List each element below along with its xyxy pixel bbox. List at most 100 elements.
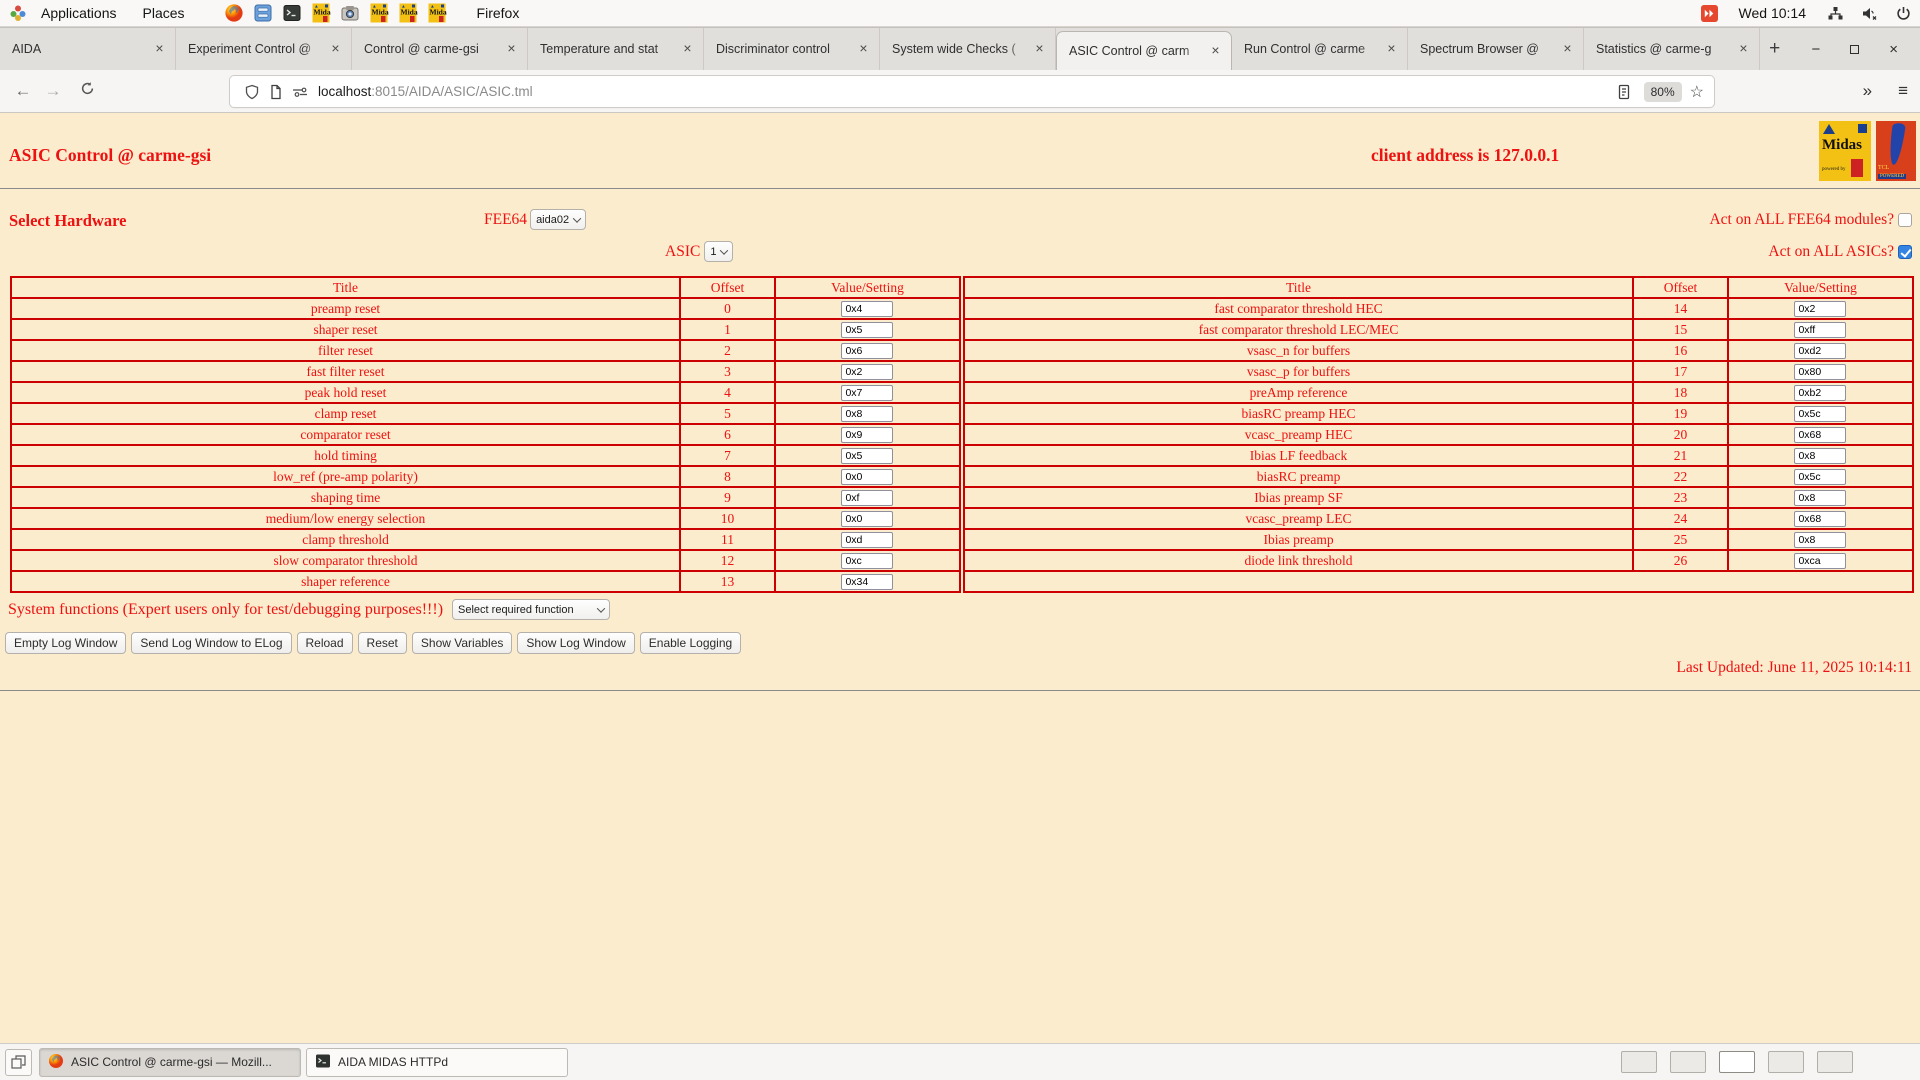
close-window-button[interactable]: × (1889, 42, 1898, 57)
network-icon[interactable] (1826, 4, 1844, 22)
asic-select[interactable]: 1 (704, 241, 733, 262)
restore-button[interactable] (1850, 45, 1859, 54)
value-input[interactable] (1794, 406, 1846, 422)
system-function-select[interactable]: Select required function (452, 599, 610, 620)
value-input[interactable] (1794, 553, 1846, 569)
firefox-icon[interactable] (224, 3, 244, 23)
browser-tab-5[interactable]: System wide Checks (× (880, 28, 1056, 70)
volume-muted-icon[interactable] (1860, 4, 1878, 22)
clock[interactable]: Wed 10:14 (1739, 5, 1806, 21)
value-input[interactable] (1794, 511, 1846, 527)
browser-tab-3[interactable]: Temperature and stat× (528, 28, 704, 70)
value-input[interactable] (1794, 448, 1846, 464)
reload-button[interactable] (72, 81, 102, 101)
places-menu[interactable]: Places (130, 0, 198, 27)
value-input[interactable] (1794, 532, 1846, 548)
tab-close-icon[interactable]: × (855, 41, 872, 58)
workspace-cell-3[interactable] (1768, 1051, 1804, 1073)
screenshot-icon[interactable] (340, 3, 360, 23)
enable-logging-button[interactable]: Enable Logging (640, 632, 741, 654)
minimize-button[interactable]: − (1811, 42, 1820, 57)
value-input[interactable] (841, 574, 893, 590)
tcl-powered-logo[interactable]: TCLPOWERED (1876, 121, 1916, 181)
browser-tab-1[interactable]: Experiment Control @× (176, 28, 352, 70)
tab-close-icon[interactable]: × (1207, 43, 1224, 60)
midas-logo[interactable]: Midaspowered by (1819, 121, 1871, 181)
workspace-cell-4[interactable] (1817, 1051, 1853, 1073)
forward-button[interactable]: → (38, 81, 68, 101)
taskbar-item-0[interactable]: ASIC Control @ carme-gsi — Mozill... (39, 1048, 301, 1077)
midas-icon[interactable]: Midas (311, 3, 331, 23)
reader-mode-icon[interactable] (1612, 84, 1636, 100)
value-input[interactable] (1794, 385, 1846, 401)
tab-close-icon[interactable]: × (503, 41, 520, 58)
hamburger-menu-icon[interactable]: ≡ (1898, 81, 1908, 101)
reset-button[interactable]: Reset (358, 632, 407, 654)
workspace-cell-0[interactable] (1621, 1051, 1657, 1073)
site-info-icon[interactable] (264, 84, 288, 100)
browser-tab-4[interactable]: Discriminator control× (704, 28, 880, 70)
show-log-window-button[interactable]: Show Log Window (517, 632, 634, 654)
midas-icon[interactable]: Midas (398, 3, 418, 23)
tab-close-icon[interactable]: × (1559, 41, 1576, 58)
overflow-menu-icon[interactable]: » (1863, 81, 1872, 101)
tab-close-icon[interactable]: × (151, 41, 168, 58)
value-input[interactable] (1794, 427, 1846, 443)
applications-menu[interactable]: Applications (28, 0, 130, 27)
workspace-cell-2[interactable] (1719, 1051, 1755, 1073)
reload-button[interactable]: Reload (297, 632, 353, 654)
value-input[interactable] (841, 490, 893, 506)
distro-menu-icon[interactable] (8, 3, 28, 23)
zoom-level-button[interactable]: 80% (1644, 82, 1682, 102)
fee64-select[interactable]: aida02 (530, 209, 586, 230)
browser-tab-7[interactable]: Run Control @ carme× (1232, 28, 1408, 70)
url-bar[interactable]: localhost:8015/AIDA/ASIC/ASIC.tml 80% ☆ (230, 76, 1714, 107)
browser-tab-2[interactable]: Control @ carme-gsi× (352, 28, 528, 70)
act-all-asics-checkbox[interactable] (1898, 245, 1912, 259)
new-tab-button[interactable]: + (1760, 28, 1789, 70)
focused-app-label[interactable]: Firefox (477, 5, 520, 21)
value-input[interactable] (1794, 301, 1846, 317)
value-input[interactable] (841, 469, 893, 485)
files-icon[interactable] (253, 3, 273, 23)
value-input[interactable] (841, 385, 893, 401)
value-input[interactable] (841, 343, 893, 359)
shield-icon[interactable] (240, 84, 264, 100)
value-input[interactable] (841, 427, 893, 443)
tab-close-icon[interactable]: × (679, 41, 696, 58)
tab-close-icon[interactable]: × (1031, 41, 1048, 58)
value-input[interactable] (1794, 343, 1846, 359)
value-input[interactable] (841, 511, 893, 527)
tab-close-icon[interactable]: × (1383, 41, 1400, 58)
value-input[interactable] (1794, 364, 1846, 380)
taskbar-item-1[interactable]: AIDA MIDAS HTTPd (306, 1048, 568, 1077)
act-all-fee64-checkbox[interactable] (1898, 213, 1912, 227)
value-input[interactable] (841, 301, 893, 317)
power-icon[interactable] (1894, 4, 1912, 22)
value-input[interactable] (841, 553, 893, 569)
empty-log-window-button[interactable]: Empty Log Window (5, 632, 126, 654)
browser-tab-0[interactable]: AIDA× (0, 28, 176, 70)
notification-icon[interactable] (1701, 4, 1719, 22)
value-input[interactable] (841, 448, 893, 464)
value-input[interactable] (1794, 490, 1846, 506)
midas-icon[interactable]: Midas (427, 3, 447, 23)
browser-tab-8[interactable]: Spectrum Browser @× (1408, 28, 1584, 70)
show-desktop-button[interactable] (5, 1049, 32, 1076)
url-text[interactable]: localhost:8015/AIDA/ASIC/ASIC.tml (318, 84, 1612, 99)
browser-tab-6[interactable]: ASIC Control @ carm× (1056, 31, 1232, 70)
value-input[interactable] (841, 322, 893, 338)
back-button[interactable]: ← (8, 81, 38, 101)
show-variables-button[interactable]: Show Variables (412, 632, 513, 654)
bookmark-star-icon[interactable]: ☆ (1690, 82, 1704, 102)
permissions-icon[interactable] (288, 84, 312, 100)
value-input[interactable] (841, 532, 893, 548)
tab-close-icon[interactable]: × (327, 41, 344, 58)
value-input[interactable] (1794, 322, 1846, 338)
midas-icon[interactable]: Midas (369, 3, 389, 23)
terminal-icon[interactable] (282, 3, 302, 23)
tab-close-icon[interactable]: × (1735, 41, 1752, 58)
value-input[interactable] (1794, 469, 1846, 485)
value-input[interactable] (841, 406, 893, 422)
send-log-window-to-elog-button[interactable]: Send Log Window to ELog (131, 632, 291, 654)
